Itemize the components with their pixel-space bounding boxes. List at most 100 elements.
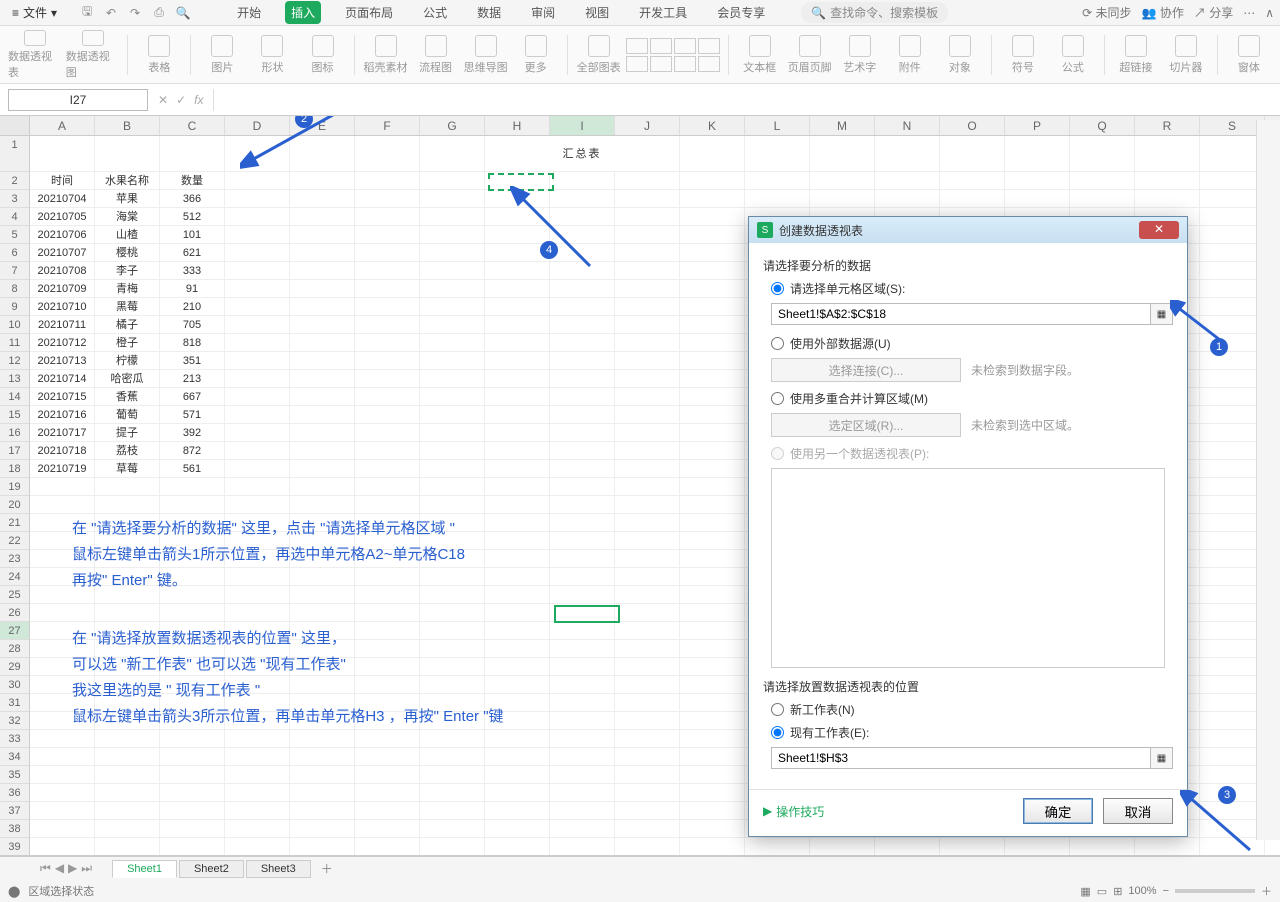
cell[interactable] (30, 766, 95, 784)
row-header[interactable]: 26 (0, 604, 30, 622)
cell[interactable]: 20210713 (30, 352, 95, 370)
cell[interactable] (225, 766, 290, 784)
cell[interactable] (420, 298, 485, 316)
collab-button[interactable]: 👥 协作 (1142, 4, 1184, 21)
cell[interactable] (420, 190, 485, 208)
cell[interactable] (225, 442, 290, 460)
all-charts-button[interactable]: 全部图表 (576, 30, 622, 80)
row-header[interactable]: 29 (0, 658, 30, 676)
cell[interactable] (550, 766, 615, 784)
cell[interactable] (225, 388, 290, 406)
cell[interactable]: 621 (160, 244, 225, 262)
cell[interactable]: 提子 (95, 424, 160, 442)
cell[interactable] (95, 748, 160, 766)
cell[interactable] (225, 244, 290, 262)
cell[interactable] (1005, 172, 1070, 190)
cell[interactable]: 512 (160, 208, 225, 226)
cell[interactable]: 20210714 (30, 370, 95, 388)
row-header[interactable]: 28 (0, 640, 30, 658)
cell[interactable] (1135, 172, 1200, 190)
cell[interactable] (225, 298, 290, 316)
cell[interactable] (615, 352, 680, 370)
cell[interactable] (420, 370, 485, 388)
cell[interactable] (355, 208, 420, 226)
cell[interactable] (550, 226, 615, 244)
col-header-L[interactable]: L (745, 116, 810, 135)
file-menu[interactable]: ≡ 文件 ▾ (6, 2, 63, 23)
next-sheet-icon[interactable]: ▶ (68, 861, 77, 876)
cell[interactable] (550, 370, 615, 388)
cell[interactable]: 山楂 (95, 226, 160, 244)
cell[interactable] (355, 388, 420, 406)
cell[interactable] (290, 208, 355, 226)
row-header[interactable]: 30 (0, 676, 30, 694)
cell[interactable] (95, 496, 160, 514)
cell[interactable] (550, 694, 615, 712)
cell[interactable] (550, 532, 615, 550)
cell[interactable] (160, 802, 225, 820)
cell[interactable] (30, 136, 95, 172)
cell[interactable] (680, 226, 745, 244)
cell[interactable] (420, 784, 485, 802)
cell[interactable] (680, 370, 745, 388)
cell[interactable] (355, 370, 420, 388)
cell[interactable] (615, 730, 680, 748)
cell[interactable] (95, 802, 160, 820)
cell[interactable] (1135, 838, 1200, 856)
cell[interactable] (940, 838, 1005, 856)
mini-chart-icon[interactable] (674, 56, 696, 72)
cell[interactable] (550, 478, 615, 496)
row-header[interactable]: 33 (0, 730, 30, 748)
cell[interactable] (745, 172, 810, 190)
cell[interactable] (680, 586, 745, 604)
cell[interactable]: 667 (160, 388, 225, 406)
cell[interactable]: 20210717 (30, 424, 95, 442)
cell[interactable] (355, 244, 420, 262)
cell[interactable] (290, 190, 355, 208)
shapes-button[interactable]: 形状 (249, 30, 295, 80)
cell[interactable] (485, 442, 550, 460)
cell[interactable]: 荔枝 (95, 442, 160, 460)
cell[interactable] (355, 802, 420, 820)
tips-link[interactable]: ▶ 操作技巧 (763, 803, 824, 820)
cell[interactable] (225, 280, 290, 298)
cell[interactable] (225, 820, 290, 838)
view-break-icon[interactable]: ⊞ (1113, 885, 1122, 898)
cell[interactable] (290, 460, 355, 478)
radio-new-sheet[interactable] (771, 703, 784, 716)
cell[interactable] (290, 766, 355, 784)
cell[interactable]: 20210705 (30, 208, 95, 226)
zoom-out-icon[interactable]: − (1163, 885, 1169, 897)
cell[interactable] (615, 838, 680, 856)
cell[interactable] (550, 190, 615, 208)
cell[interactable]: 333 (160, 262, 225, 280)
cell[interactable] (160, 604, 225, 622)
cell[interactable] (355, 298, 420, 316)
cell[interactable] (485, 460, 550, 478)
cell[interactable] (745, 838, 810, 856)
wordart-button[interactable]: 艺术字 (837, 30, 883, 80)
cell[interactable] (615, 496, 680, 514)
cell[interactable] (615, 478, 680, 496)
cell[interactable] (550, 820, 615, 838)
cell[interactable] (420, 172, 485, 190)
cell[interactable]: 571 (160, 406, 225, 424)
cell[interactable] (485, 730, 550, 748)
cell[interactable] (225, 784, 290, 802)
cell[interactable] (290, 406, 355, 424)
cell[interactable] (615, 370, 680, 388)
cell[interactable]: 黑莓 (95, 298, 160, 316)
cell[interactable] (290, 370, 355, 388)
cell[interactable] (680, 442, 745, 460)
cell[interactable] (615, 820, 680, 838)
cell[interactable] (550, 802, 615, 820)
row-header[interactable]: 12 (0, 352, 30, 370)
header-footer-button[interactable]: 页眉页脚 (787, 30, 833, 80)
cell[interactable] (615, 640, 680, 658)
mini-chart-icon[interactable] (626, 56, 648, 72)
cell[interactable] (680, 658, 745, 676)
cell[interactable] (615, 550, 680, 568)
sheet-tab-1[interactable]: Sheet1 (112, 860, 177, 878)
preview-icon[interactable]: 🔍 (175, 5, 191, 21)
cell[interactable] (160, 838, 225, 856)
